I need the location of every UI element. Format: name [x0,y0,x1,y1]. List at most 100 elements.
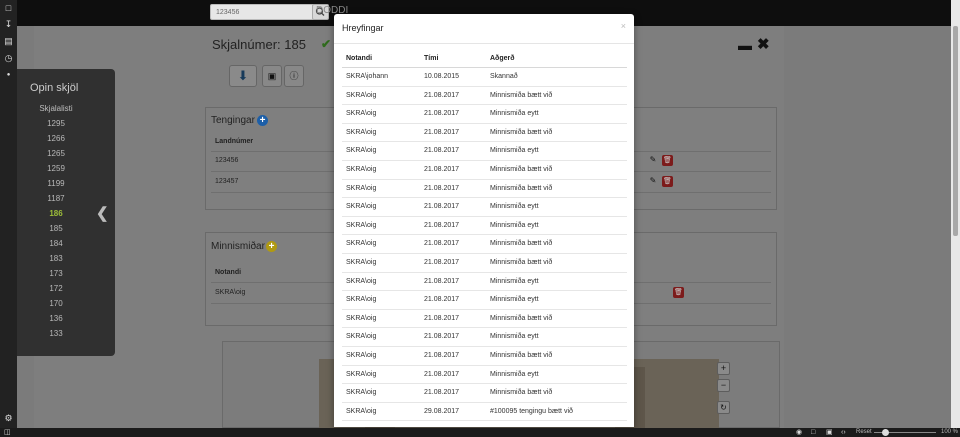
cell-timi: 21.08.2017 [424,110,460,118]
panel-toggle-icon[interactable]: ◫ [4,428,11,437]
landnumer-header: Landnúmer [215,138,254,145]
camera-icon[interactable]: ◉ [796,428,802,437]
tenging-row-1: 123456 [215,157,239,164]
tengingar-title: Tengingar [211,115,255,126]
modal-close-button[interactable]: × [621,21,626,31]
cell-adgerd: Minnismiða eytt [490,333,539,341]
open-document-item[interactable]: 133 [17,329,95,338]
page-title: Skjalnúmer: 185 [212,37,306,52]
document-list-link[interactable]: Skjalalisti [17,104,95,113]
rotate-button[interactable]: ↻ [717,401,730,414]
open-documents-panel: Opin skjöl Skjalalisti 1295 1266 1265 1259 1… [17,69,115,356]
edit-icon[interactable]: ✎ [648,176,658,186]
check-icon: ✔ [321,37,332,51]
cell-adgerd: Minnismiða eytt [490,370,539,378]
page-scrollbar[interactable] [951,0,960,428]
cell-notandi: SKRA\johann [346,73,389,80]
view-toggle-button[interactable]: ▣ [262,65,282,87]
delete-button[interactable]: 🗑 [662,155,673,166]
chevron-left-icon[interactable]: ❮ [96,204,109,222]
open-document-item[interactable]: 185 [17,224,95,233]
delete-button[interactable]: 🗑 [662,176,673,187]
open-document-item[interactable]: 184 [17,239,95,248]
table-row: SKRA\oig 21.08.2017 Minnismiða eytt [342,366,627,385]
open-document-item[interactable]: 170 [17,299,95,308]
modal-title: Hreyfingar [342,23,384,33]
cell-timi: 29.08.2017 [424,407,460,415]
square-icon[interactable]: □ [811,428,815,437]
column-header-adgerd: Aðgerð [490,55,515,62]
cell-notandi: SKRA\oig [346,296,377,304]
info-button[interactable]: ⓘ [284,65,304,87]
cell-notandi: SKRA\oig [346,221,377,229]
open-document-item[interactable]: 172 [17,284,95,293]
table-row: SKRA\johann 10.08.2015 Skannað [342,68,627,87]
cell-notandi: SKRA\oig [346,203,377,211]
cell-notandi: SKRA\oig [346,351,377,359]
notandi-header: Notandi [215,269,242,276]
download-icon[interactable]: ↧ [3,19,14,30]
table-row: SKRA\oig 21.08.2017 Minnismiða eytt [342,105,627,124]
zoom-reset-button[interactable]: Reset [856,428,872,437]
cell-timi: 21.08.2017 [424,128,460,136]
cell-timi: 21.08.2017 [424,184,460,192]
cell-notandi: SKRA\oig [346,184,377,192]
flyout-title: Opin skjöl [30,82,79,94]
zoom-slider-handle[interactable] [882,429,889,436]
image-icon[interactable]: ▣ [826,428,833,437]
delete-button[interactable]: 🗑 [673,287,684,298]
open-document-item[interactable]: 183 [17,254,95,263]
zoom-in-button[interactable]: + [717,362,730,375]
table-row: SKRA\oig 21.08.2017 Minnismiða eytt [342,217,627,236]
dot-icon[interactable]: ● [3,70,14,81]
gear-icon[interactable]: ⚙ [3,413,14,424]
open-document-item[interactable]: 1266 [17,134,95,143]
bookmark-icon[interactable]: □ [3,3,14,14]
open-document-item[interactable]: 1265 [17,149,95,158]
cell-notandi: SKRA\oig [346,110,377,118]
cell-adgerd: Minnismiða eytt [490,221,539,229]
open-document-item[interactable]: 1199 [17,179,95,188]
code-icon[interactable]: ‹› [841,428,846,437]
cell-adgerd: Minnismiða eytt [490,147,539,155]
cell-timi: 21.08.2017 [424,370,460,378]
cell-adgerd: Minnismiða bætt við [490,184,553,192]
minnismidi-row-1: SKRA\oig [215,289,246,296]
cell-timi: 10.08.2015 [424,73,460,80]
edit-icon[interactable]: ✎ [648,155,658,165]
table-row: SKRA\oig 21.08.2017 Minnismiða bætt við [342,161,627,180]
table-row: SKRA\oig 21.08.2017 Minnismiða bætt við [342,235,627,254]
cell-notandi: SKRA\oig [346,277,377,285]
cell-adgerd: Skannað [490,73,518,80]
zoom-level: 100 % [941,429,959,435]
cell-adgerd: Minnismiða bætt við [490,240,553,248]
status-bar: ◫ ◉ □ ▣ ‹› Reset 100 % [0,428,960,437]
table-row: SKRA\oig 21.08.2017 Minnismiða eytt [342,142,627,161]
cell-notandi: SKRA\oig [346,389,377,397]
left-toolbar: □ ↧ ▤ ◷ ● ⚙ [0,0,17,437]
scrollbar-thumb[interactable] [953,26,958,236]
cell-adgerd: #100095 tengingu bætt við [490,407,573,415]
clock-icon[interactable]: ◷ [3,53,14,64]
cell-adgerd: Minnismiða eytt [490,296,539,304]
open-document-item[interactable]: 173 [17,269,95,278]
open-document-item[interactable]: 136 [17,314,95,323]
add-minnismidi-button[interactable]: + [266,241,277,252]
add-tenging-button[interactable]: + [257,115,268,126]
document-icon[interactable]: ▤ [3,36,14,47]
close-icon[interactable]: ✖ [757,35,770,53]
download-icon: ⬇ [237,68,249,83]
cell-timi: 21.08.2017 [424,333,460,341]
cell-timi: 21.08.2017 [424,91,460,99]
open-document-item[interactable]: 186 [17,209,95,218]
cell-timi: 21.08.2017 [424,240,460,248]
download-button[interactable]: ⬇ [229,65,257,87]
search-input[interactable] [210,4,326,20]
open-document-item[interactable]: 1295 [17,119,95,128]
open-document-item[interactable]: 1187 [17,194,95,203]
zoom-out-button[interactable]: − [717,379,730,392]
cell-adgerd: Minnismiða bætt við [490,165,553,173]
open-document-item[interactable]: 1259 [17,164,95,173]
table-row: SKRA\oig 21.08.2017 Minnismiða bætt við [342,180,627,199]
minimize-icon[interactable]: ▬ [738,37,752,53]
